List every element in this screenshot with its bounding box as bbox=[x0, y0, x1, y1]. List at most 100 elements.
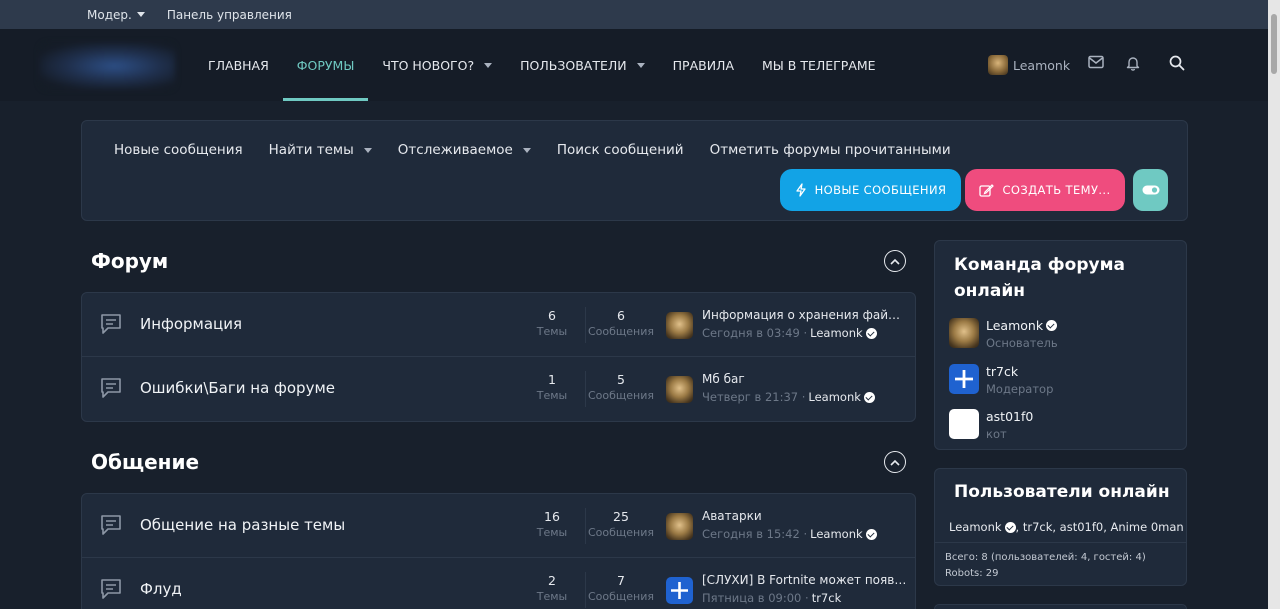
avatar bbox=[988, 55, 1008, 75]
nav-whats-new-label: ЧТО НОВОГО? bbox=[382, 57, 475, 73]
users-online-title[interactable]: Пользователи онлайн bbox=[954, 479, 1170, 505]
member-name[interactable]: Leamonk bbox=[986, 318, 1058, 333]
chevron-down-icon[interactable] bbox=[636, 62, 645, 68]
create-thread-button-label: СОЗДАТЬ ТЕМУ... bbox=[1002, 183, 1111, 197]
divider bbox=[935, 542, 1186, 543]
forum-node: Флуд 2 Темы 7 Сообщения [СЛУХИ] В Fortnite… bbox=[82, 558, 915, 609]
threads-count: 2 Темы bbox=[517, 573, 587, 603]
category-title[interactable]: Общение bbox=[91, 450, 199, 474]
nav-telegram[interactable]: МЫ В ТЕЛЕГРАМЕ bbox=[748, 29, 890, 101]
subnav-watched[interactable]: Отслеживаемое bbox=[398, 142, 531, 158]
last-post-meta: Сегодня в 03:49 · Leamonk bbox=[702, 326, 877, 340]
member-role: кот bbox=[986, 427, 1007, 441]
subnav-mark-read[interactable]: Отметить форумы прочитанными bbox=[710, 142, 951, 158]
bell-icon[interactable] bbox=[1126, 55, 1140, 71]
avatar[interactable] bbox=[949, 409, 979, 439]
messages-count: 6 Сообщения bbox=[586, 308, 656, 338]
nav-whats-new[interactable]: ЧТО НОВОГО? bbox=[368, 29, 506, 101]
subnav-watched-label: Отслеживаемое bbox=[397, 142, 513, 158]
threads-count: 1 Темы bbox=[517, 372, 587, 402]
chevron-down-icon bbox=[136, 12, 145, 17]
last-post-user[interactable]: Leamonk bbox=[808, 390, 861, 404]
nav-rules[interactable]: ПРАВИЛА bbox=[659, 29, 748, 101]
verified-badge-icon bbox=[865, 327, 877, 339]
member-name[interactable]: ast01f0 bbox=[986, 409, 1033, 424]
last-post-user[interactable]: Leamonk bbox=[810, 326, 863, 340]
messages-count-value: 6 bbox=[617, 308, 625, 323]
last-post-time[interactable]: Сегодня в 03:49 · bbox=[702, 326, 807, 340]
online-users-rest[interactable]: , tr7ck, ast01f0, Anime 0man bbox=[1016, 520, 1184, 534]
chat-bubble-icon bbox=[101, 378, 121, 398]
lightning-icon bbox=[795, 183, 806, 197]
last-post-title[interactable]: Аватарки bbox=[702, 509, 762, 523]
subnav-new-posts[interactable]: Новые сообщения bbox=[114, 142, 243, 158]
moderator-menu[interactable]: Модер. bbox=[87, 8, 145, 22]
messages-count-label: Сообщения bbox=[587, 590, 654, 603]
scrollbar[interactable] bbox=[1268, 0, 1280, 609]
messages-count-label: Сообщения bbox=[587, 526, 654, 539]
avatar[interactable] bbox=[666, 376, 693, 403]
account-link[interactable]: Leamonk bbox=[988, 29, 1070, 101]
collapse-button[interactable] bbox=[884, 250, 906, 272]
avatar[interactable] bbox=[949, 364, 979, 394]
online-stats: Всего: 8 (пользователей: 4, гостей: 4) R… bbox=[945, 550, 1146, 582]
forum-node: Информация 6 Темы 6 Сообщения Информация о… bbox=[82, 293, 915, 357]
forum-node-title[interactable]: Общение на разные темы bbox=[140, 516, 345, 534]
last-post-time[interactable]: Пятница в 09:00 · bbox=[702, 591, 809, 605]
chat-bubble-icon bbox=[101, 314, 121, 334]
site-logo[interactable] bbox=[40, 43, 175, 89]
last-post-user[interactable]: Leamonk bbox=[810, 527, 863, 541]
chevron-up-icon bbox=[890, 459, 900, 466]
search-icon[interactable] bbox=[1169, 55, 1185, 71]
avatar[interactable] bbox=[666, 312, 693, 339]
chevron-down-icon[interactable] bbox=[363, 147, 372, 153]
member-name-text: Leamonk bbox=[986, 318, 1044, 333]
style-toggle-button[interactable] bbox=[1133, 169, 1168, 211]
nav-home[interactable]: ГЛАВНАЯ bbox=[194, 29, 283, 101]
avatar[interactable] bbox=[666, 513, 693, 540]
category-title[interactable]: Форум bbox=[91, 249, 168, 273]
forum-node-title[interactable]: Информация bbox=[140, 315, 242, 333]
online-user-link[interactable]: Leamonk bbox=[949, 520, 1002, 534]
last-post-time[interactable]: Сегодня в 15:42 · bbox=[702, 527, 807, 541]
users-online-block: Пользователи онлайн Leamonk , tr7ck, ast0… bbox=[934, 468, 1187, 586]
messages-count: 25 Сообщения bbox=[586, 509, 656, 539]
nav-home-label: ГЛАВНАЯ bbox=[208, 57, 269, 73]
chevron-down-icon[interactable] bbox=[522, 147, 531, 153]
staff-online-block: Команда форума онлайн Leamonk Основатель… bbox=[934, 240, 1187, 450]
last-post-meta: Сегодня в 15:42 · Leamonk bbox=[702, 527, 877, 541]
member-name[interactable]: tr7ck bbox=[986, 364, 1018, 379]
avatar[interactable] bbox=[666, 577, 693, 604]
collapse-button[interactable] bbox=[884, 451, 906, 473]
last-post-title[interactable]: Информация о хранения файлов bbox=[702, 308, 907, 322]
last-post-meta: Пятница в 09:00 · tr7ck bbox=[702, 591, 841, 605]
avatar[interactable] bbox=[949, 318, 979, 348]
messages-count: 7 Сообщения bbox=[586, 573, 656, 603]
messages-count-value: 25 bbox=[613, 509, 629, 524]
verified-badge-icon bbox=[1046, 320, 1058, 331]
nav-forums[interactable]: ФОРУМЫ bbox=[282, 29, 369, 101]
subnav-search-posts[interactable]: Поиск сообщений bbox=[557, 142, 684, 158]
forum-node-title[interactable]: Ошибки\Баги на форуме bbox=[140, 379, 335, 397]
chevron-down-icon[interactable] bbox=[484, 62, 493, 68]
last-post-user[interactable]: tr7ck bbox=[812, 591, 842, 605]
new-posts-button[interactable]: НОВЫЕ СООБЩЕНИЯ bbox=[780, 169, 961, 211]
chat-bubble-icon bbox=[101, 579, 121, 599]
control-panel-link[interactable]: Панель управления bbox=[167, 8, 292, 22]
create-thread-button[interactable]: СОЗДАТЬ ТЕМУ... bbox=[965, 169, 1125, 211]
new-posts-button-label: НОВЫЕ СООБЩЕНИЯ bbox=[814, 183, 947, 197]
forum-node-title[interactable]: Флуд bbox=[140, 580, 182, 598]
last-post-title[interactable]: Мб баг bbox=[702, 372, 745, 386]
online-total: Всего: 8 (пользователей: 4, гостей: 4) bbox=[945, 552, 1146, 563]
messages-count-label: Сообщения bbox=[587, 389, 654, 402]
mail-icon[interactable] bbox=[1088, 55, 1104, 69]
subnav-find-threads[interactable]: Найти темы bbox=[269, 142, 372, 158]
last-post-meta: Четверг в 21:37 · Leamonk bbox=[702, 390, 875, 404]
scrollbar-thumb[interactable] bbox=[1271, 14, 1277, 74]
nav-users[interactable]: ПОЛЬЗОВАТЕЛИ bbox=[506, 29, 658, 101]
last-post-time[interactable]: Четверг в 21:37 · bbox=[702, 390, 805, 404]
verified-badge-icon bbox=[863, 391, 875, 403]
last-post-title[interactable]: [СЛУХИ] В Fortnite может появить... bbox=[702, 573, 907, 587]
chat-bubble-icon bbox=[101, 515, 121, 535]
verified-badge-icon bbox=[1004, 521, 1016, 533]
